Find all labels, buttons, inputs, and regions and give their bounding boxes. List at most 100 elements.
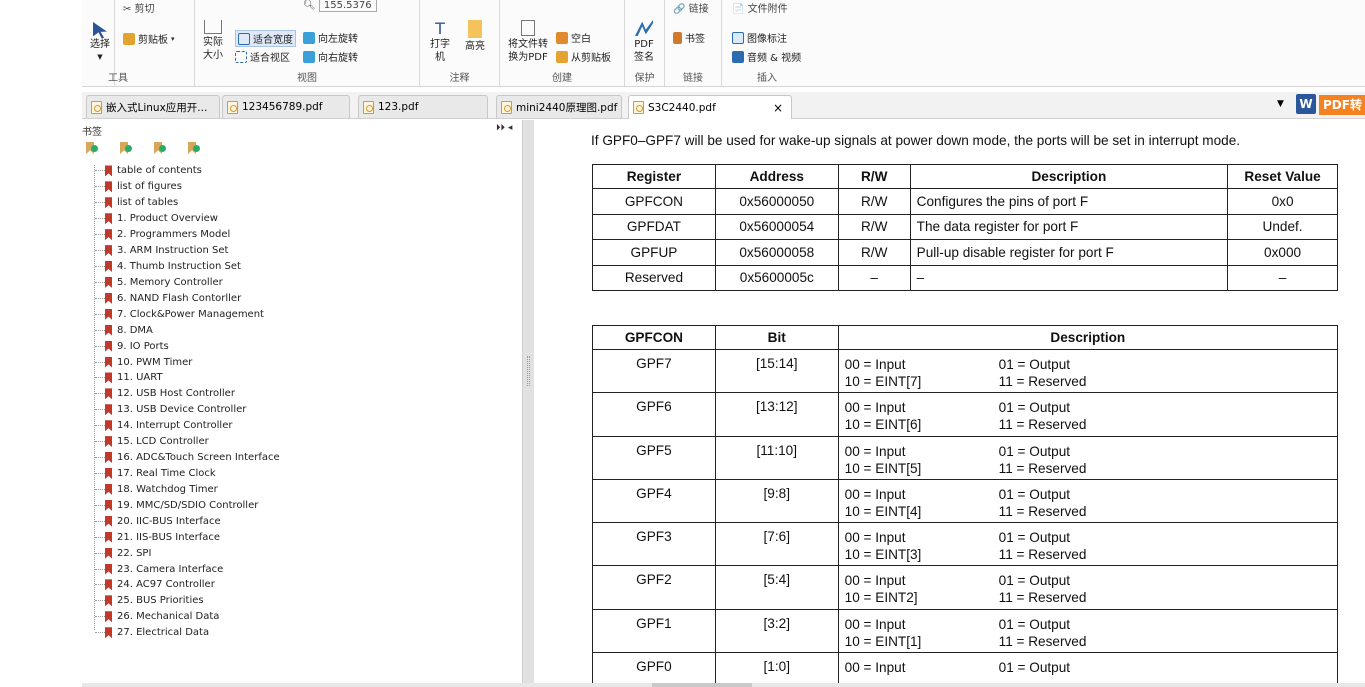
- bookmark-label: 11. UART: [117, 372, 163, 384]
- bookmark-item[interactable]: 20. IIC-BUS Interface: [90, 513, 280, 529]
- bookmark-item[interactable]: 22. SPI: [90, 545, 280, 561]
- link-group-label: 链接: [683, 73, 703, 84]
- tree-connector: [95, 281, 105, 283]
- bookmark-item[interactable]: 18. Watchdog Timer: [90, 481, 280, 497]
- bookmark-toolbar: [86, 142, 202, 155]
- ribbon-group-tools: 选择 ▼ 工具: [82, 0, 128, 87]
- bookmark-item[interactable]: 25. BUS Priorities: [90, 593, 280, 609]
- bit-range-cell: [7:6]: [714, 522, 839, 567]
- tab-s3c2440[interactable]: S3C2440.pdf ×: [628, 95, 792, 119]
- rotate-right-button[interactable]: 向右旋转: [303, 49, 358, 64]
- horizontal-scrollbar[interactable]: [82, 683, 1365, 687]
- bookmark-options-icon[interactable]: [188, 142, 202, 155]
- bookmark-item[interactable]: list of tables: [90, 195, 280, 211]
- bookmark-label: 24. AC97 Controller: [117, 579, 215, 591]
- pdf-reader-window: 选择 ▼ 工具 ✂ 剪切 剪贴板 ▾ 实际大小 适合宽度 适合视区 向左旋转 向…: [0, 0, 1365, 687]
- bookmark-item[interactable]: 6. NAND Flash Contorller: [90, 290, 280, 306]
- image-annotation-button[interactable]: 图像标注: [732, 30, 787, 45]
- pdf-to-word-button[interactable]: PDF转: [1319, 95, 1365, 115]
- expand-bookmark-icon[interactable]: [86, 142, 100, 155]
- select-label: 选择: [90, 39, 110, 50]
- bookmark-item[interactable]: 14. Interrupt Controller: [90, 418, 280, 434]
- bookmark-item[interactable]: list of figures: [90, 179, 280, 195]
- blank-button[interactable]: 空白: [556, 30, 591, 45]
- close-icon[interactable]: ×: [773, 101, 783, 115]
- panel-splitter[interactable]: [522, 120, 534, 687]
- fit-view-icon: [235, 50, 247, 63]
- audio-video-button[interactable]: 音频 & 视频: [732, 49, 801, 64]
- bookmark-item[interactable]: 19. MMC/SD/SDIO Controller: [90, 497, 280, 513]
- bookmark-icon: [105, 229, 112, 241]
- bookmark-item[interactable]: 10. PWM Timer: [90, 354, 280, 370]
- bookmark-item[interactable]: 21. IIS-BUS Interface: [90, 529, 280, 545]
- bookmark-icon: [105, 436, 112, 448]
- option-reserved: 11 = Reserved: [998, 633, 1087, 649]
- reset-value-cell: Undef.: [1227, 213, 1338, 240]
- bookmark-item[interactable]: 23. Camera Interface: [90, 561, 280, 577]
- bookmark-item[interactable]: 7. Clock&Power Management: [90, 306, 280, 322]
- tree-connector: [95, 329, 105, 331]
- fit-view-button[interactable]: 适合视区: [235, 49, 290, 64]
- typewriter-button[interactable]: T 打字机: [430, 20, 450, 64]
- bookmark-label: list of figures: [117, 181, 182, 193]
- zoom-field[interactable]: 🔍︎ 155.5376: [303, 0, 413, 14]
- bit-range-cell: [13:12]: [714, 392, 839, 437]
- bookmark-item[interactable]: 1. Product Overview: [90, 211, 280, 227]
- bookmark-item[interactable]: 4. Thumb Instruction Set: [90, 259, 280, 275]
- bookmark-icon: [105, 547, 112, 559]
- collapse-panel-icon[interactable]: ⏵⏵ ◂: [496, 123, 512, 133]
- tab-list-dropdown-icon[interactable]: ▼: [1277, 99, 1284, 109]
- scrollbar-thumb[interactable]: [652, 683, 752, 687]
- description-cell: Configures the pins of port F: [909, 188, 1229, 215]
- rotate-left-button[interactable]: 向左旋转: [303, 30, 358, 45]
- bookmark-item[interactable]: 16. ADC&Touch Screen Interface: [90, 450, 280, 466]
- bookmark-item[interactable]: 13. USB Device Controller: [90, 402, 280, 418]
- convert-to-pdf-button[interactable]: 将文件转换为PDF: [506, 20, 550, 64]
- tree-connector: [95, 345, 105, 347]
- option-input: 00 = Input: [844, 400, 906, 416]
- bookmark-icon: [105, 611, 112, 623]
- splitter-grip[interactable]: [527, 356, 530, 386]
- tab-embedded-linux[interactable]: 嵌入式Linux应用开...: [86, 95, 220, 118]
- bookmark-item[interactable]: 12. USB Host Controller: [90, 386, 280, 402]
- highlight-button[interactable]: 高亮: [465, 20, 485, 53]
- bookmark-item[interactable]: 27. Electrical Data: [90, 625, 280, 641]
- new-bookmark-icon[interactable]: [120, 142, 134, 155]
- bookmark-icon: [105, 499, 112, 511]
- ribbon-group-create: 将文件转换为PDF 空白 从剪贴板 创建: [500, 0, 625, 87]
- bookmark-item[interactable]: 3. ARM Instruction Set: [90, 243, 280, 259]
- word-icon[interactable]: W: [1296, 94, 1316, 114]
- bookmark-item[interactable]: 26. Mechanical Data: [90, 609, 280, 625]
- bookmark-item[interactable]: 9. IO Ports: [90, 338, 280, 354]
- bit-range-cell: [5:4]: [714, 565, 839, 610]
- add-child-bookmark-icon[interactable]: [154, 142, 168, 155]
- pdf-sign-button[interactable]: PDF签名: [632, 20, 656, 64]
- bookmark-label: 17. Real Time Clock: [117, 467, 216, 479]
- option-input: 00 = Input: [844, 443, 906, 459]
- comment-group-label: 注释: [449, 73, 470, 84]
- ribbon-group-link: 🔗 链接 书签 链接: [665, 0, 722, 87]
- select-tool-button[interactable]: 选择 ▼: [90, 22, 110, 64]
- tab-mini2440[interactable]: mini2440原理图.pdf: [496, 95, 622, 118]
- tab-123456789[interactable]: 123456789.pdf: [222, 95, 350, 118]
- bookmark-item[interactable]: 8. DMA: [90, 322, 280, 338]
- pdf-file-icon: [501, 100, 512, 114]
- clipboard-button[interactable]: 剪贴板 ▾: [123, 31, 175, 46]
- pin-name-cell: GPF0: [592, 652, 716, 687]
- bookmark-button[interactable]: 书签: [673, 30, 705, 45]
- bookmark-item[interactable]: 2. Programmers Model: [90, 227, 280, 243]
- actual-size-button[interactable]: 实际大小: [201, 20, 225, 62]
- option-output: 01 = Output: [998, 616, 1071, 632]
- bookmark-item[interactable]: 11. UART: [90, 370, 280, 386]
- bookmark-item[interactable]: 24. AC97 Controller: [90, 577, 280, 593]
- bookmark-item[interactable]: 17. Real Time Clock: [90, 466, 280, 482]
- fit-width-icon: [238, 32, 250, 45]
- bookmark-item[interactable]: 5. Memory Controller: [90, 274, 280, 290]
- pin-description-cell: 00 = Input 01 = Output: [837, 652, 1339, 687]
- create-group-label: 创建: [552, 73, 572, 84]
- tab-123[interactable]: 123.pdf: [358, 95, 488, 118]
- from-clipboard-button[interactable]: 从剪贴板: [556, 49, 611, 64]
- bookmark-item[interactable]: 15. LCD Controller: [90, 434, 280, 450]
- fit-width-button[interactable]: 适合宽度: [235, 30, 296, 47]
- bookmark-item[interactable]: table of contents: [90, 163, 280, 179]
